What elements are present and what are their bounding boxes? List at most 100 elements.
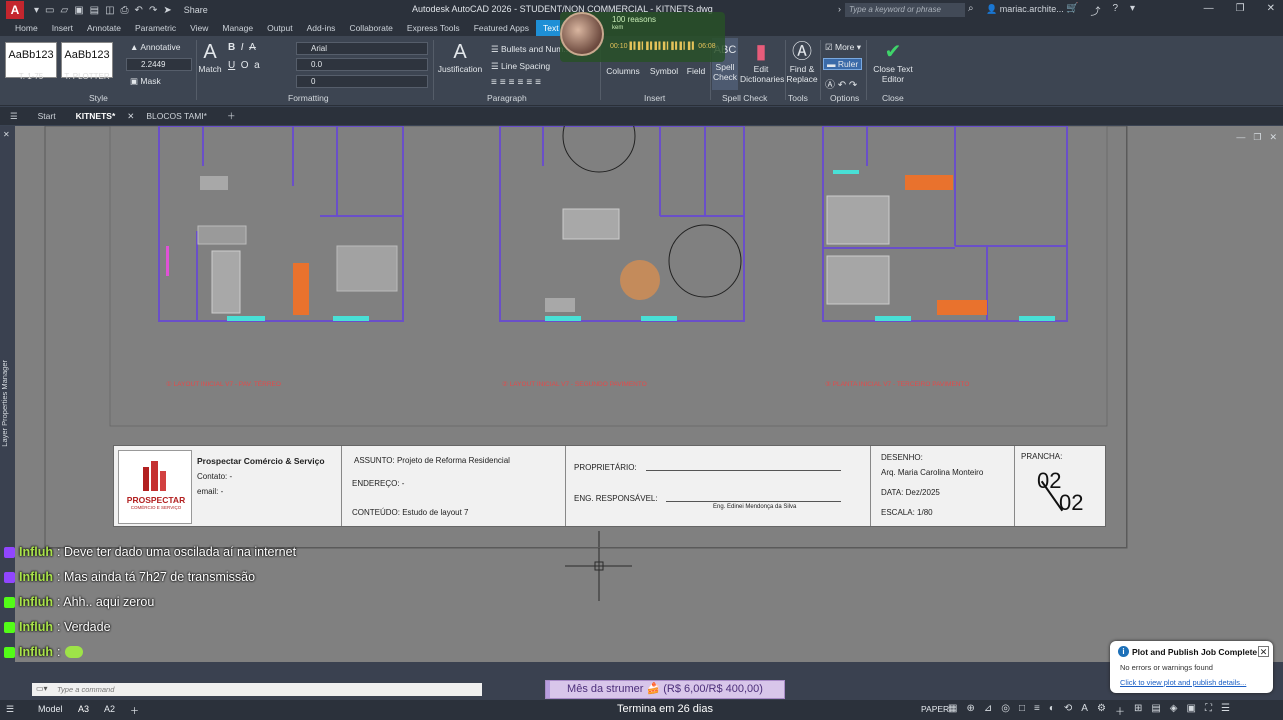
symbol-button[interactable]: Symbol [648,66,680,76]
line-spacing-button[interactable]: ☰ Line Spacing [491,61,550,72]
tab-annotate[interactable]: Annotate [80,20,128,36]
underline-button[interactable]: U [228,60,235,71]
add-layout-icon[interactable]: ＋ [130,704,139,717]
snap-icon[interactable]: ⊕ [966,703,974,718]
more-button[interactable]: ☑ More ▾ [825,42,861,53]
annotation-scale-icon[interactable]: A [1081,703,1088,718]
layouts-menu-icon[interactable]: ☰ [6,704,14,715]
cart-icon[interactable]: 🛒 [1066,3,1078,18]
tab-collaborate[interactable]: Collaborate [342,20,399,36]
selection-cycle-icon[interactable]: ⟲ [1064,703,1072,718]
web-icon[interactable]: ◫ [105,5,114,16]
lineweight-icon[interactable]: ≡ [1034,703,1040,718]
palette-close-icon[interactable]: ✕ [0,130,15,139]
close-tab-icon[interactable]: ✕ [125,111,136,122]
caption-plan-2-text: LAYOUT INICIAL V7 - SEGUNDO PAVIMENTO [509,381,647,388]
edit-dictionaries-button[interactable]: ▮ Edit Dictionaries [740,40,784,84]
share-icon[interactable]: ⤴ [1090,3,1100,18]
tab-insert[interactable]: Insert [45,20,80,36]
ruler-toggle[interactable]: ▬ Ruler [823,58,863,70]
workspace-icon[interactable]: ⚙ [1097,703,1106,718]
plot-notification[interactable]: i Plot and Publish Job Complete ✕ No err… [1110,641,1273,693]
find-replace-icon: Ⓐ [792,41,812,63]
mask-button[interactable]: ▣ Mask [130,76,161,87]
send-icon[interactable]: ➤ [163,5,171,16]
tab-home[interactable]: Home [8,20,45,36]
tab-add-ins[interactable]: Add-ins [300,20,343,36]
strike-button[interactable]: A [249,42,256,53]
layout-tab-a2[interactable]: A2 [104,704,115,714]
grid-icon[interactable]: ▦ [948,703,957,718]
quick-props-icon[interactable]: ▤ [1151,703,1160,718]
search-input[interactable]: Type a keyword or phrase [845,3,965,17]
new-icon[interactable]: ▭ [45,5,54,16]
bullets-button[interactable]: ☰ Bullets and Num... [491,44,570,55]
title-block[interactable]: PROSPECTAR COMÉRCIO E SERVIÇO Prospectar… [113,445,1106,527]
insert-panel-label: Insert [644,93,666,103]
save-icon[interactable]: ▣ [74,5,83,16]
open-icon[interactable]: ▱ [60,5,68,16]
field-button[interactable]: Field [684,66,708,76]
osnap-icon[interactable]: □ [1019,703,1025,718]
layout-tab-a3[interactable]: A3 [78,704,89,714]
polar-icon[interactable]: ◎ [1001,703,1010,718]
customize-icon[interactable]: ☰ [1221,703,1230,718]
menu-caret-icon[interactable]: ▾ [34,5,39,16]
save-as-icon[interactable]: ▤ [90,5,99,16]
isolate-icon[interactable]: ◈ [1170,703,1178,718]
tab-featured-apps[interactable]: Featured Apps [467,20,536,36]
columns-button[interactable]: Columns [604,66,642,76]
case-button[interactable]: a [254,60,260,71]
chat-text: : Deve ter dado uma oscilada aí na inter… [57,545,297,559]
match-button[interactable]: A Match [197,40,223,74]
ortho-icon[interactable]: ⊿ [984,703,992,718]
search-icon[interactable]: ⌕ [968,3,974,14]
plot-icon[interactable]: ⎙ [121,5,129,16]
chat-username: Influh [19,620,54,634]
italic-button[interactable]: I [241,42,244,53]
autocad-logo-icon[interactable]: A [6,1,24,19]
tab-express-tools[interactable]: Express Tools [400,20,467,36]
restore-icon[interactable]: ❐ [1236,3,1245,14]
doc-tab-kitnets[interactable]: KITNETS* [66,111,126,121]
paper-space-toggle[interactable]: PAPER [921,704,949,714]
help-menu-icon[interactable]: ▾ [1130,3,1135,18]
notification-link[interactable]: Click to view plot and publish details..… [1120,678,1246,687]
alignment-buttons[interactable]: ≡≡≡≡≡≡ [491,77,544,88]
width-factor-field[interactable]: 0 [296,75,428,88]
plus-icon[interactable]: ＋ [1115,703,1125,718]
command-input[interactable]: Type a command [32,683,482,696]
notification-close-icon[interactable]: ✕ [1258,646,1269,657]
clean-screen-icon[interactable]: ⛶ [1205,703,1212,718]
tab-view[interactable]: View [183,20,215,36]
expand-icon[interactable]: › [838,4,841,14]
text-height-field[interactable]: 2.2449 [126,58,192,71]
find-replace-button[interactable]: Ⓐ Find & Replace [786,40,818,84]
user-account[interactable]: 👤 mariac.archite... [986,4,1064,15]
undo-icon[interactable]: ↶ [135,5,143,16]
close-text-editor-button[interactable]: ✔ Close Text Editor [872,40,914,84]
overline-button[interactable]: O [241,60,249,71]
hardware-icon[interactable]: ▣ [1186,703,1195,718]
justification-button[interactable]: A Justification [436,40,484,74]
menu-hamburger-icon[interactable]: ☰ [0,111,28,122]
redo-icon[interactable]: ↷ [149,5,157,16]
minimize-icon[interactable]: — [1204,3,1214,14]
tab-output[interactable]: Output [260,20,300,36]
doc-tab-blocos[interactable]: BLOCOS TAMI* [136,111,217,121]
share-button[interactable]: Share [184,5,208,15]
new-tab-icon[interactable]: ＋ [217,110,246,122]
tab-manage[interactable]: Manage [215,20,260,36]
transparency-icon[interactable]: ◐ [1049,703,1055,718]
close-icon[interactable]: ✕ [1267,3,1275,14]
tab-parametric[interactable]: Parametric [128,20,183,36]
units-icon[interactable]: ⊞ [1134,703,1142,718]
undo-redo-buttons[interactable]: Ⓐ ↶ ↷ [825,76,857,91]
help-icon[interactable]: ? [1112,3,1118,18]
annotative-toggle[interactable]: ▲ Annotative [130,42,180,52]
layout-tab-model[interactable]: Model [38,704,63,714]
oblique-angle-field[interactable]: 0.0 [296,58,428,71]
bold-button[interactable]: B [228,42,235,53]
font-select[interactable]: Arial [296,42,428,55]
doc-tab-start[interactable]: Start [28,111,66,121]
